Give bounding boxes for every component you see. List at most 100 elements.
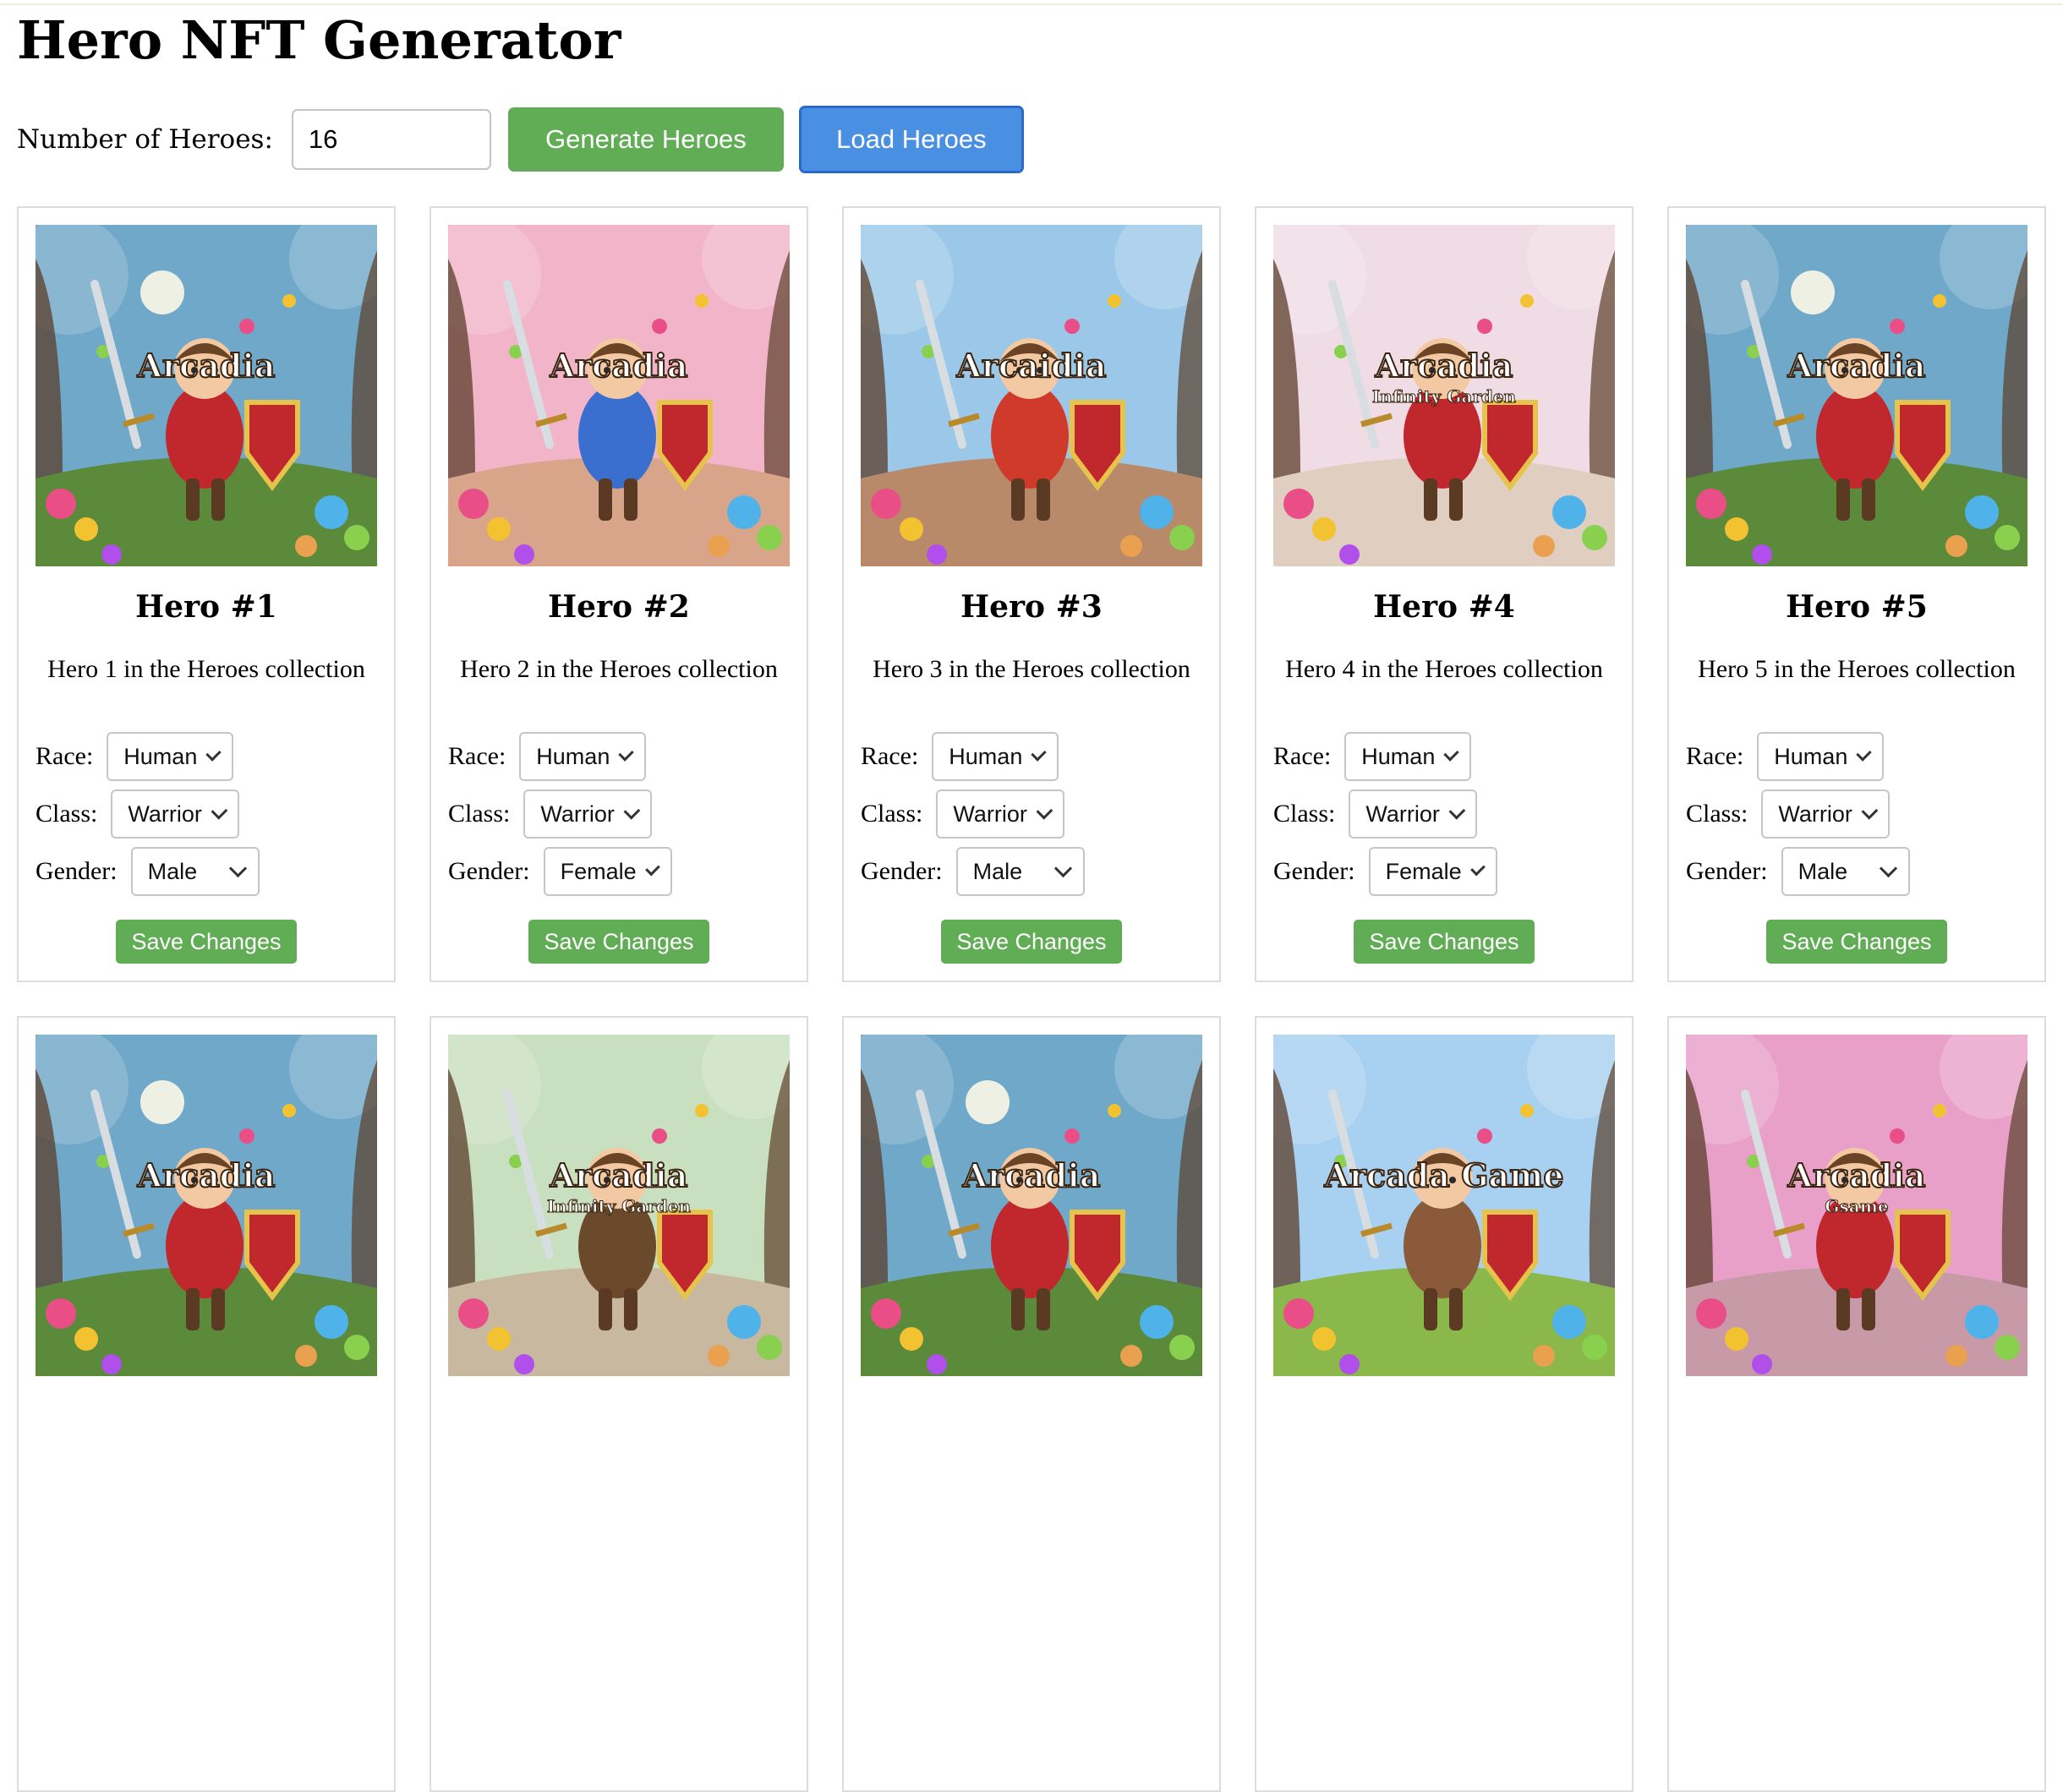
hero-image: Arcadia [36,225,377,566]
class-label: Class: [448,800,511,828]
race-select[interactable]: Human [107,732,234,781]
class-field: Class: Warrior [861,789,1065,839]
class-label: Class: [36,800,98,828]
hero-description: Hero 2 in the Heroes collection [460,655,778,683]
gender-select[interactable]: Female [1368,847,1497,896]
svg-text:Arcadia: Arcadia [137,1156,276,1194]
class-field: Class: Warrior [1273,789,1478,839]
race-label: Race: [861,742,919,770]
race-select-value: Human [123,743,198,769]
hero-card: Arcadia Gsame [1667,1016,2046,1792]
hero-image: Arcadia [36,1035,377,1376]
class-select[interactable]: Warrior [523,789,653,839]
race-select[interactable]: Human [1344,732,1472,781]
gender-label: Gender: [861,857,943,885]
svg-text:Arcaidia: Arcaidia [955,347,1106,385]
race-select[interactable]: Human [1757,732,1885,781]
chevron-down-icon [1031,745,1047,762]
svg-text:Arcadia: Arcadia [1787,347,1926,385]
class-select[interactable]: Warrior [1761,789,1891,839]
save-changes-button[interactable]: Save Changes [528,920,709,964]
hero-card: Arcadia [842,1016,1221,1792]
chevron-down-icon [1469,860,1486,876]
chevron-down-icon [1879,859,1897,877]
hero-card: Arcadia Hero #5 Hero 5 in the Heroes col… [1667,206,2046,982]
class-field: Class: Warrior [1686,789,1891,839]
chevron-down-icon [623,802,640,819]
race-select[interactable]: Human [932,732,1059,781]
chevron-down-icon [618,745,634,762]
load-heroes-button[interactable]: Load Heroes [798,106,1024,173]
hero-image: Arcadia [861,1035,1202,1376]
hero-image: Arcadia Infinity Garden [1273,225,1615,566]
hero-image: Arcada Game [1273,1035,1615,1376]
chevron-down-icon [1053,859,1072,877]
race-select-value: Human [949,743,1023,769]
gender-select-value: Male [147,858,198,884]
hero-name: Hero #4 [1373,589,1515,625]
hero-card: Arcadia Hero #2 Hero 2 in the Heroes col… [430,206,808,982]
save-changes-button[interactable]: Save Changes [1766,920,1947,964]
generate-heroes-button[interactable]: Generate Heroes [507,107,784,172]
gender-select-value: Male [972,858,1023,884]
svg-text:Infinity Garden: Infinity Garden [547,1196,692,1216]
svg-text:Arcada Game: Arcada Game [1323,1156,1563,1194]
race-select-value: Human [1361,743,1436,769]
hero-name: Hero #2 [548,589,690,625]
gender-label: Gender: [1273,857,1355,885]
race-label: Race: [36,742,94,770]
gender-label: Gender: [36,857,118,885]
race-select[interactable]: Human [519,732,647,781]
save-changes-button[interactable]: Save Changes [1354,920,1535,964]
race-field: Race: Human [861,732,1059,781]
class-select-value: Warrior [540,800,615,827]
class-select[interactable]: Warrior [1349,789,1478,839]
gender-select-value: Female [1385,858,1462,884]
hero-card: Arcadia Infinity Garden [430,1016,808,1792]
hero-count-label: Number of Heroes: [17,124,273,155]
class-select-value: Warrior [1365,800,1440,827]
svg-text:Infinity Garden: Infinity Garden [1372,386,1517,407]
gender-select[interactable]: Male [1781,847,1910,896]
race-label: Race: [1686,742,1744,770]
hero-card: Arcadia Infinity Garden Hero #4 Hero 4 i… [1255,206,1633,982]
class-select[interactable]: Warrior [111,789,240,839]
hero-image: Arcadia [448,225,790,566]
gender-select-value: Female [560,858,637,884]
save-changes-button[interactable]: Save Changes [941,920,1122,964]
chevron-down-icon [1861,802,1878,819]
class-label: Class: [1686,800,1748,828]
page-title: Hero NFT Generator [17,9,621,71]
generator-controls: Number of Heroes: Generate Heroes Load H… [17,106,1024,173]
gender-field: Gender: Female [1273,847,1497,896]
hero-description: Hero 4 in the Heroes collection [1285,655,1603,683]
svg-text:Gsame: Gsame [1825,1196,1888,1216]
gender-select[interactable]: Female [543,847,672,896]
hero-name: Hero #1 [135,589,277,625]
race-select-value: Human [1774,743,1848,769]
gender-label: Gender: [448,857,530,885]
svg-text:Arcadia: Arcadia [1787,1156,1926,1194]
hero-description: Hero 3 in the Heroes collection [873,655,1190,683]
save-changes-button[interactable]: Save Changes [116,920,297,964]
svg-text:Arcadia: Arcadia [550,347,688,385]
hero-card: Arcadia [17,1016,396,1792]
class-select-value: Warrior [128,800,202,827]
gender-select[interactable]: Male [955,847,1085,896]
hero-image: Arcadia [1686,225,2027,566]
hero-description: Hero 5 in the Heroes collection [1698,655,2016,683]
gender-select[interactable]: Male [130,847,260,896]
chevron-down-icon [1448,802,1465,819]
race-select-value: Human [536,743,610,769]
svg-text:Arcadia: Arcadia [137,347,276,385]
chevron-down-icon [228,859,247,877]
class-select[interactable]: Warrior [936,789,1065,839]
chevron-down-icon [205,745,222,762]
race-field: Race: Human [1273,732,1472,781]
hero-count-input[interactable] [291,109,491,170]
gender-field: Gender: Male [861,847,1085,896]
hero-grid: Arcadia Hero #1 Hero 1 in the Heroes col… [17,206,2046,1792]
race-label: Race: [1273,742,1332,770]
svg-text:Arcadia: Arcadia [1375,347,1513,385]
chevron-down-icon [1856,745,1872,762]
